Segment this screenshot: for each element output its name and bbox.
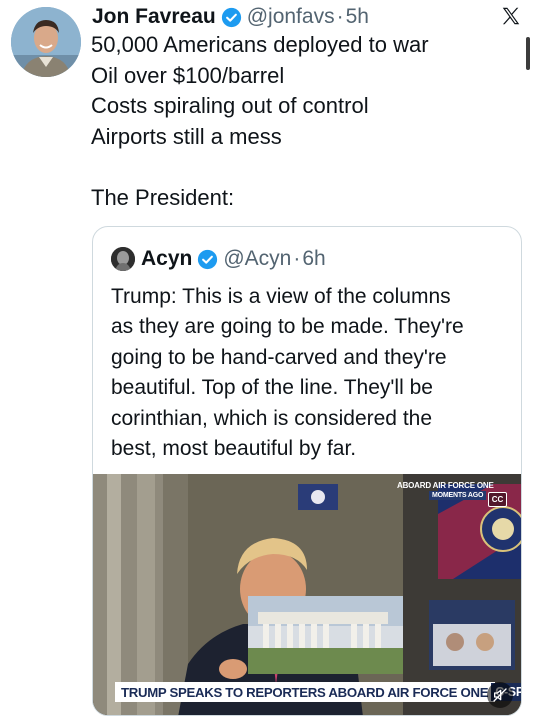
quoted-author-handle[interactable]: @Acyn	[223, 247, 291, 271]
x-logo-icon[interactable]	[497, 2, 525, 30]
quoted-tweet-card[interactable]: Acyn @Acyn · 6h Trump: This is a view of…	[92, 226, 522, 716]
tweet-header: Jon Favreau @jonfavs · 5h	[92, 3, 369, 31]
quoted-line: going to be hand-carved and they're	[111, 345, 447, 369]
author-avatar[interactable]	[11, 7, 81, 77]
meta-separator: ·	[336, 5, 344, 28]
tweet-line	[91, 152, 511, 183]
quoted-author-avatar[interactable]	[111, 247, 135, 271]
tweet-line: Oil over $100/barrel	[91, 62, 285, 88]
quoted-line: as they are going to be made. They're	[111, 315, 464, 339]
meta-separator: ·	[293, 247, 301, 270]
closed-captions-icon[interactable]: CC	[488, 492, 507, 507]
verified-badge-icon	[221, 7, 242, 28]
chyron-text: TRUMP SPEAKS TO REPORTERS ABOARD AIR FOR…	[121, 684, 489, 700]
verified-badge-icon	[197, 249, 218, 270]
corner-title: ABOARD AIR FORCE ONE	[397, 481, 494, 490]
quoted-line: Trump: This is a view of the columns	[111, 285, 451, 308]
video-frame	[93, 474, 521, 715]
quoted-tweet-header: Acyn @Acyn · 6h	[111, 245, 326, 273]
quoted-tweet-body: Trump: This is a view of the columns as …	[111, 282, 516, 464]
corner-subtitle: MOMENTS AGO	[429, 491, 487, 500]
tweet-line: 50,000 Americans deployed to war	[91, 32, 429, 57]
scrollbar-thumb[interactable]	[526, 37, 530, 70]
tweet-timestamp[interactable]: 5h	[346, 5, 369, 29]
news-chyron: TRUMP SPEAKS TO REPORTERS ABOARD AIR FOR…	[115, 682, 521, 702]
tweet-line: Airports still a mess	[91, 123, 282, 149]
tweet-body: 50,000 Americans deployed to war Oil ove…	[91, 30, 511, 213]
author-handle[interactable]: @jonfavs	[247, 5, 335, 29]
muted-speaker-icon[interactable]	[487, 682, 513, 708]
video-player[interactable]: ABOARD AIR FORCE ONE MOMENTS AGO CC TRUM…	[93, 474, 521, 715]
quoted-timestamp[interactable]: 6h	[302, 247, 325, 271]
quoted-line: beautiful. Top of the line. They'll be	[111, 376, 433, 400]
author-name[interactable]: Jon Favreau	[92, 5, 216, 29]
tweet-line: The President:	[91, 184, 235, 210]
quoted-line: corinthian, which is considered the	[111, 406, 433, 430]
quoted-line: best, most beautiful by far.	[111, 436, 357, 460]
quoted-author-name[interactable]: Acyn	[141, 247, 192, 271]
tweet-line: Costs spiraling out of control	[91, 93, 369, 118]
